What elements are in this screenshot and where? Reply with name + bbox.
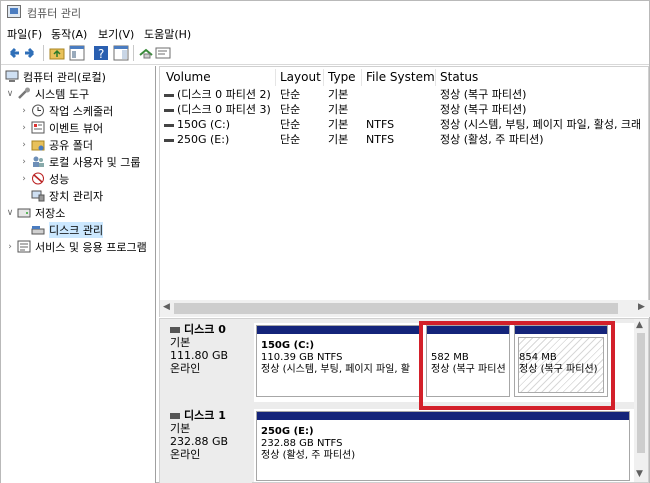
- collapsed-chevron-icon[interactable]: ›: [19, 123, 29, 133]
- disk-management-icon: [31, 223, 45, 236]
- collapsed-chevron-icon[interactable]: ›: [5, 242, 15, 252]
- recovery-partitions-highlight: [419, 321, 615, 410]
- disk-1-partitions: 250G (E:) 232.88 GB NTFS 정상 (활성, 주 파티션): [254, 409, 634, 482]
- column-header-type[interactable]: Type: [324, 69, 362, 86]
- collapsed-chevron-icon[interactable]: ›: [19, 157, 29, 167]
- tree-item-shared-folders[interactable]: › 공유 폴더: [19, 136, 93, 153]
- toolbar-separator: [43, 45, 44, 61]
- clock-icon: [31, 104, 45, 117]
- users-icon: [31, 155, 45, 168]
- event-viewer-icon: [31, 121, 45, 134]
- back-arrow-icon[interactable]: [5, 45, 21, 61]
- computer-management-window: 컴퓨터 관리 파일(F) 동작(A) 보기(V) 도움말(H) ? 컴퓨터 관리…: [0, 0, 650, 483]
- panel-icon[interactable]: [113, 45, 129, 61]
- volume-list: Volume Layout Type File System Status (디…: [159, 66, 650, 317]
- forward-arrow-icon[interactable]: [23, 45, 39, 61]
- tree-item-services[interactable]: › 서비스 및 응용 프로그램: [5, 238, 147, 255]
- column-header-status[interactable]: Status: [436, 69, 650, 86]
- tree-item-computer-management[interactable]: 컴퓨터 관리(로컬): [3, 68, 106, 85]
- collapsed-chevron-icon[interactable]: ›: [19, 140, 29, 150]
- properties-icon[interactable]: [69, 45, 85, 61]
- menu-view[interactable]: 보기(V): [98, 26, 134, 42]
- scrollbar-thumb[interactable]: [637, 333, 645, 453]
- device-manager-icon: [31, 189, 45, 202]
- console-icon[interactable]: [155, 45, 171, 61]
- computer-management-icon: [7, 5, 21, 18]
- column-header-file-system[interactable]: File System: [362, 69, 436, 86]
- volume-icon: [164, 138, 174, 142]
- tree-item-task-scheduler[interactable]: › 작업 스케줄러: [19, 102, 113, 119]
- scroll-down-icon[interactable]: ▼: [636, 469, 643, 479]
- volume-icon: [164, 93, 174, 97]
- services-icon: [17, 240, 31, 253]
- partition-e[interactable]: 250G (E:) 232.88 GB NTFS 정상 (활성, 주 파티션): [256, 411, 630, 481]
- volume-icon: [164, 123, 174, 127]
- help-icon[interactable]: ?: [93, 45, 109, 61]
- svg-text:?: ?: [98, 47, 104, 61]
- tree-item-device-manager[interactable]: 장치 관리자: [29, 187, 103, 204]
- storage-icon: [17, 206, 31, 219]
- scroll-up-icon[interactable]: ▲: [636, 320, 643, 330]
- toolbar: ?: [1, 42, 649, 65]
- horizontal-scrollbar[interactable]: ◀ ▶: [160, 300, 650, 317]
- connect-icon[interactable]: [138, 45, 154, 61]
- folder-up-icon[interactable]: [49, 45, 65, 61]
- volume-icon: [164, 108, 174, 112]
- expanded-chevron-icon[interactable]: ∨: [5, 89, 15, 99]
- disk-management-pane: Volume Layout Type File System Status (디…: [159, 66, 650, 483]
- scroll-right-icon[interactable]: ▶: [638, 302, 645, 312]
- disk-0-label[interactable]: 디스크 0 기본 111.80 GB 온라인: [160, 319, 252, 401]
- window-title: 컴퓨터 관리: [27, 7, 82, 20]
- scrollbar-thumb[interactable]: [174, 303, 618, 314]
- navigation-tree: 컴퓨터 관리(로컬) ∨ 시스템 도구 › 작업 스케줄러 › 이벤트 뷰어 ›: [1, 66, 156, 483]
- volume-row[interactable]: (디스크 0 파티션 2) 단순 기본 정상 (복구 파티션): [160, 87, 650, 102]
- scroll-left-icon[interactable]: ◀: [163, 302, 170, 312]
- volume-row[interactable]: (디스크 0 파티션 3) 단순 기본 정상 (복구 파티션): [160, 102, 650, 117]
- menu-file[interactable]: 파일(F): [7, 26, 42, 42]
- tools-icon: [17, 87, 31, 100]
- tree-item-event-viewer[interactable]: › 이벤트 뷰어: [19, 119, 103, 136]
- performance-icon: [31, 172, 45, 185]
- computer-management-icon: [5, 70, 19, 83]
- column-header-volume[interactable]: Volume: [162, 69, 276, 86]
- volume-row[interactable]: 250G (E:) 단순 기본 NTFS 정상 (활성, 주 파티션): [160, 132, 650, 147]
- tree-item-performance[interactable]: › 성능: [19, 170, 69, 187]
- toolbar-separator: [133, 45, 134, 61]
- disk-icon: [170, 326, 180, 333]
- disk-icon: [170, 412, 180, 419]
- menu-bar: 파일(F) 동작(A) 보기(V) 도움말(H): [1, 24, 649, 42]
- shared-folder-icon: [31, 138, 45, 151]
- tree-item-system-tools[interactable]: ∨ 시스템 도구: [5, 85, 89, 102]
- vertical-scrollbar[interactable]: ▲ ▼: [634, 319, 648, 482]
- column-header-layout[interactable]: Layout: [276, 69, 324, 86]
- disk-1-label[interactable]: 디스크 1 기본 232.88 GB 온라인: [160, 405, 252, 483]
- volume-row[interactable]: 150G (C:) 단순 기본 NTFS 정상 (시스템, 부팅, 페이지 파일…: [160, 117, 650, 132]
- tree-item-storage[interactable]: ∨ 저장소: [5, 204, 66, 221]
- collapsed-chevron-icon[interactable]: ›: [19, 106, 29, 116]
- tree-item-disk-management[interactable]: 디스크 관리: [29, 221, 104, 238]
- menu-action[interactable]: 동작(A): [51, 26, 87, 42]
- tree-item-local-users[interactable]: › 로컬 사용자 및 그룹: [19, 153, 140, 170]
- collapsed-chevron-icon[interactable]: ›: [19, 174, 29, 184]
- title-bar: 컴퓨터 관리: [1, 1, 649, 23]
- menu-help[interactable]: 도움말(H): [144, 26, 191, 42]
- partition-c[interactable]: 150G (C:) 110.39 GB NTFS 정상 (시스템, 부팅, 페이…: [256, 325, 420, 397]
- expanded-chevron-icon[interactable]: ∨: [5, 208, 15, 218]
